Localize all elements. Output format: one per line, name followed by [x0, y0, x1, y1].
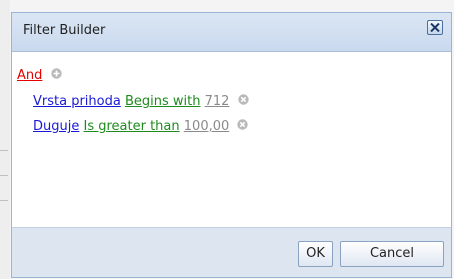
filter-tree: And Vrsta prihoda Begins with 712 Duguje [12, 52, 451, 227]
condition-operator-link[interactable]: Begins with [125, 94, 201, 109]
plus-circle-icon[interactable] [50, 68, 62, 79]
dialog-footer: OK Cancel [12, 227, 451, 277]
background-tick [0, 150, 8, 151]
condition-field-link[interactable]: Vrsta prihoda [33, 94, 121, 109]
condition-value-link[interactable]: 100,00 [184, 119, 230, 134]
background-tick [0, 200, 8, 201]
dialog-title: Filter Builder [23, 23, 106, 38]
group-row: And [17, 68, 62, 84]
filter-builder-dialog: Filter Builder And Vrsta prihoda Begins … [11, 12, 452, 278]
condition-operator-link[interactable]: Is greater than [84, 119, 180, 134]
group-operator-link[interactable]: And [17, 68, 42, 83]
dialog-titlebar[interactable]: Filter Builder [12, 13, 451, 52]
condition-field-link[interactable]: Duguje [33, 119, 79, 134]
remove-circle-icon[interactable] [237, 94, 249, 105]
condition-row: Vrsta prihoda Begins with 712 [33, 94, 249, 110]
ok-button[interactable]: OK [298, 241, 333, 267]
cancel-button[interactable]: Cancel [340, 241, 444, 267]
condition-value-link[interactable]: 712 [205, 94, 230, 109]
condition-row: Duguje Is greater than 100,00 [33, 119, 249, 135]
background-edge [0, 0, 10, 279]
close-button[interactable] [427, 20, 443, 35]
close-icon [430, 23, 440, 32]
background-tick [0, 175, 8, 176]
remove-circle-icon[interactable] [237, 119, 249, 130]
